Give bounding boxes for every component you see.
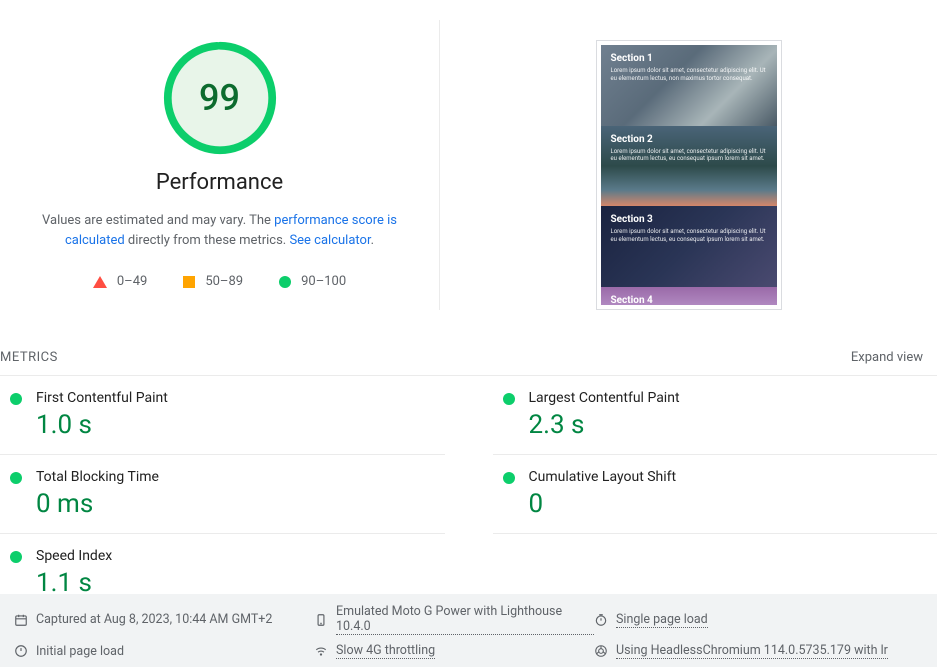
footer-throttling[interactable]: Slow 4G throttling	[314, 643, 594, 659]
legend-average: 50–89	[183, 274, 243, 289]
metric-value: 0	[529, 489, 677, 519]
metric-tbt[interactable]: Total Blocking Time 0 ms	[0, 455, 445, 534]
wifi-icon	[314, 644, 328, 658]
metric-label: Total Blocking Time	[36, 469, 159, 485]
runtime-footer: Captured at Aug 8, 2023, 10:44 AM GMT+2 …	[0, 594, 937, 667]
triangle-icon	[93, 276, 107, 288]
score-gauge: 99	[162, 40, 278, 156]
gauge-category-label: Performance	[156, 170, 283, 195]
chrome-icon	[594, 644, 608, 658]
pass-dot-icon	[10, 551, 22, 563]
gauge-score: 99	[199, 77, 240, 119]
gauge-description: Values are estimated and may vary. The p…	[0, 211, 439, 250]
screenshot-section: Section 3 Lorem ipsum dolor sit amet, co…	[601, 206, 777, 287]
screenshot-section: Section 1 Lorem ipsum dolor sit amet, co…	[601, 45, 777, 126]
footer-initial-load: Initial page load	[14, 643, 314, 659]
metric-label: Largest Contentful Paint	[529, 390, 680, 406]
metric-lcp[interactable]: Largest Contentful Paint 2.3 s	[493, 376, 937, 455]
pass-dot-icon	[10, 393, 22, 405]
expand-view-toggle[interactable]: Expand view	[851, 350, 923, 365]
pass-dot-icon	[503, 472, 515, 484]
page-screenshot[interactable]: Section 1 Lorem ipsum dolor sit amet, co…	[596, 40, 782, 310]
metric-label: First Contentful Paint	[36, 390, 168, 406]
pass-dot-icon	[10, 472, 22, 484]
footer-single-page[interactable]: Single page load	[594, 604, 923, 635]
footer-browser[interactable]: Using HeadlessChromium 114.0.5735.179 wi…	[594, 643, 923, 659]
screenshot-section: Section 4	[601, 287, 777, 305]
screenshot-panel: Section 1 Lorem ipsum dolor sit amet, co…	[440, 20, 937, 310]
timer-icon	[594, 613, 608, 627]
metric-value: 0 ms	[36, 489, 159, 519]
screenshot-section: Section 2 Lorem ipsum dolor sit amet, co…	[601, 126, 777, 207]
circle-icon	[279, 276, 291, 288]
footer-emulated[interactable]: Emulated Moto G Power with Lighthouse 10…	[314, 604, 594, 635]
calendar-icon	[14, 613, 28, 627]
square-icon	[183, 276, 195, 288]
see-calculator-link[interactable]: See calculator	[289, 233, 370, 248]
metric-cls[interactable]: Cumulative Layout Shift 0	[493, 455, 937, 534]
performance-gauge-panel: 99 Performance Values are estimated and …	[0, 20, 440, 310]
footer-captured: Captured at Aug 8, 2023, 10:44 AM GMT+2	[14, 604, 314, 635]
metrics-heading: METRICS	[0, 350, 58, 365]
device-icon	[314, 613, 328, 627]
power-icon	[14, 644, 28, 658]
score-legend: 0–49 50–89 90–100	[93, 274, 346, 289]
metric-label: Speed Index	[36, 548, 112, 564]
legend-pass: 90–100	[279, 274, 346, 289]
pass-dot-icon	[503, 393, 515, 405]
metric-value: 2.3 s	[529, 410, 680, 440]
metric-label: Cumulative Layout Shift	[529, 469, 677, 485]
legend-fail: 0–49	[93, 274, 147, 289]
metric-value: 1.0 s	[36, 410, 168, 440]
metric-fcp[interactable]: First Contentful Paint 1.0 s	[0, 376, 445, 455]
